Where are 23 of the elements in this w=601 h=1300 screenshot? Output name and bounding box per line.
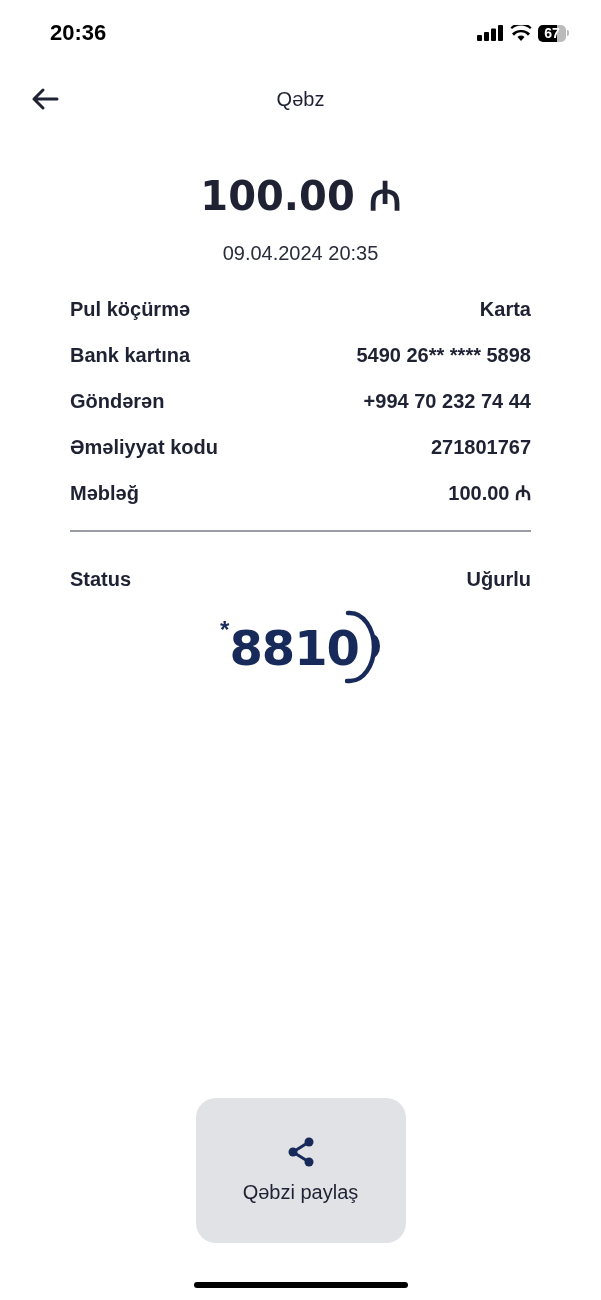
detail-value: +994 70 232 74 44: [363, 389, 531, 414]
signal-icon: [477, 25, 504, 41]
status-label: Status: [70, 567, 132, 592]
detail-label: Məbləğ: [70, 481, 139, 506]
logo-prefix: *: [220, 616, 230, 643]
share-receipt-button[interactable]: Qəbzi paylaş: [195, 1098, 406, 1243]
detail-value: 100.00 ₼: [448, 481, 531, 506]
clock: 20:36: [50, 20, 107, 46]
wifi-icon: [510, 25, 532, 41]
detail-label: Əməliyyat kodu: [70, 435, 218, 460]
back-arrow-icon: [31, 87, 59, 111]
page-title: Qəbz: [275, 87, 326, 111]
logo-number: 8810: [229, 620, 359, 676]
amount: 100.00 ₼: [199, 172, 402, 221]
detail-value: 5490 26** **** 5898: [356, 343, 531, 368]
detail-value: 271801767: [430, 435, 531, 460]
share-icon: [286, 1137, 315, 1167]
detail-value: Karta: [479, 297, 531, 322]
detail-label: Bank kartına: [70, 343, 191, 368]
detail-label: Göndərən: [70, 389, 165, 414]
detail-label: Pul köçürmə: [70, 297, 191, 322]
status-value: Uğurlu: [466, 567, 531, 592]
date-time: 09.04.2024 20:35: [221, 242, 380, 265]
